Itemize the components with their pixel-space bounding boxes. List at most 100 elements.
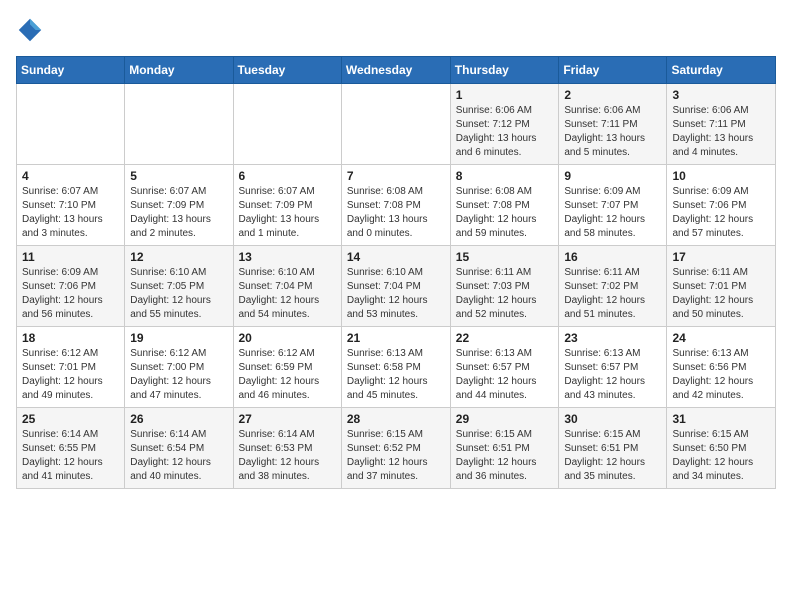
day-info: Sunrise: 6:15 AM Sunset: 6:50 PM Dayligh…	[672, 428, 770, 484]
day-number: 3	[672, 88, 770, 102]
day-number: 5	[130, 169, 227, 183]
header-day-thursday: Thursday	[450, 57, 559, 84]
day-info: Sunrise: 6:14 AM Sunset: 6:54 PM Dayligh…	[130, 428, 227, 484]
calendar-cell: 2 Sunrise: 6:06 AM Sunset: 7:11 PM Daylig…	[559, 84, 667, 165]
calendar-cell: 27 Sunrise: 6:14 AM Sunset: 6:53 PM Dayli…	[233, 408, 341, 489]
day-info: Sunrise: 6:10 AM Sunset: 7:04 PM Dayligh…	[347, 266, 445, 322]
day-info: Sunrise: 6:12 AM Sunset: 6:59 PM Dayligh…	[239, 347, 336, 403]
calendar-cell: 10Sunrise: 6:09 AM Sunset: 7:06 PM Dayli…	[667, 165, 776, 246]
day-info: Sunrise: 6:08 AM Sunset: 7:08 PM Dayligh…	[456, 185, 554, 241]
day-info: Sunrise: 6:12 AM Sunset: 7:01 PM Dayligh…	[22, 347, 119, 403]
calendar-cell: 3 Sunrise: 6:06 AM Sunset: 7:11 PM Daylig…	[667, 84, 776, 165]
day-number: 26	[130, 412, 227, 426]
day-info: Sunrise: 6:13 AM Sunset: 6:56 PM Dayligh…	[672, 347, 770, 403]
calendar-cell: 12 Sunrise: 6:10 AM Sunset: 7:05 PM Dayli…	[125, 246, 233, 327]
day-number: 24	[672, 331, 770, 345]
day-info: Sunrise: 6:08 AM Sunset: 7:08 PM Dayligh…	[347, 185, 445, 241]
day-number: 25	[22, 412, 119, 426]
calendar-week-5: 25Sunrise: 6:14 AM Sunset: 6:55 PM Dayli…	[17, 408, 776, 489]
day-number: 7	[347, 169, 445, 183]
day-number: 15	[456, 250, 554, 264]
day-number: 12	[130, 250, 227, 264]
day-number: 20	[239, 331, 336, 345]
day-number: 8	[456, 169, 554, 183]
day-info: Sunrise: 6:12 AM Sunset: 7:00 PM Dayligh…	[130, 347, 227, 403]
calendar-cell: 25Sunrise: 6:14 AM Sunset: 6:55 PM Dayli…	[17, 408, 125, 489]
day-number: 22	[456, 331, 554, 345]
day-number: 31	[672, 412, 770, 426]
calendar-cell: 30 Sunrise: 6:15 AM Sunset: 6:51 PM Dayli…	[559, 408, 667, 489]
calendar-cell: 29 Sunrise: 6:15 AM Sunset: 6:51 PM Dayli…	[450, 408, 559, 489]
day-info: Sunrise: 6:06 AM Sunset: 7:11 PM Dayligh…	[672, 104, 770, 160]
calendar-week-3: 11Sunrise: 6:09 AM Sunset: 7:06 PM Dayli…	[17, 246, 776, 327]
day-number: 30	[564, 412, 661, 426]
header-day-wednesday: Wednesday	[341, 57, 450, 84]
header-row: SundayMondayTuesdayWednesdayThursdayFrid…	[17, 57, 776, 84]
header-day-monday: Monday	[125, 57, 233, 84]
day-number: 29	[456, 412, 554, 426]
calendar-cell: 31 Sunrise: 6:15 AM Sunset: 6:50 PM Dayli…	[667, 408, 776, 489]
calendar-cell: 26 Sunrise: 6:14 AM Sunset: 6:54 PM Dayli…	[125, 408, 233, 489]
header-day-saturday: Saturday	[667, 57, 776, 84]
header-day-tuesday: Tuesday	[233, 57, 341, 84]
calendar-cell: 14 Sunrise: 6:10 AM Sunset: 7:04 PM Dayli…	[341, 246, 450, 327]
day-info: Sunrise: 6:11 AM Sunset: 7:02 PM Dayligh…	[564, 266, 661, 322]
header-day-friday: Friday	[559, 57, 667, 84]
calendar-cell: 18 Sunrise: 6:12 AM Sunset: 7:01 PM Dayli…	[17, 327, 125, 408]
day-info: Sunrise: 6:13 AM Sunset: 6:57 PM Dayligh…	[564, 347, 661, 403]
day-number: 10	[672, 169, 770, 183]
calendar-cell: 7 Sunrise: 6:08 AM Sunset: 7:08 PM Daylig…	[341, 165, 450, 246]
day-number: 14	[347, 250, 445, 264]
logo	[16, 16, 48, 44]
day-number: 23	[564, 331, 661, 345]
day-info: Sunrise: 6:07 AM Sunset: 7:10 PM Dayligh…	[22, 185, 119, 241]
day-info: Sunrise: 6:06 AM Sunset: 7:11 PM Dayligh…	[564, 104, 661, 160]
day-info: Sunrise: 6:07 AM Sunset: 7:09 PM Dayligh…	[239, 185, 336, 241]
calendar-cell: 21Sunrise: 6:13 AM Sunset: 6:58 PM Dayli…	[341, 327, 450, 408]
day-info: Sunrise: 6:13 AM Sunset: 6:58 PM Dayligh…	[347, 347, 445, 403]
day-info: Sunrise: 6:10 AM Sunset: 7:04 PM Dayligh…	[239, 266, 336, 322]
calendar-cell: 6Sunrise: 6:07 AM Sunset: 7:09 PM Daylig…	[233, 165, 341, 246]
calendar-cell: 1Sunrise: 6:06 AM Sunset: 7:12 PM Daylig…	[450, 84, 559, 165]
day-number: 27	[239, 412, 336, 426]
day-info: Sunrise: 6:14 AM Sunset: 6:53 PM Dayligh…	[239, 428, 336, 484]
calendar-cell: 23 Sunrise: 6:13 AM Sunset: 6:57 PM Dayli…	[559, 327, 667, 408]
day-info: Sunrise: 6:07 AM Sunset: 7:09 PM Dayligh…	[130, 185, 227, 241]
calendar-cell: 20 Sunrise: 6:12 AM Sunset: 6:59 PM Dayli…	[233, 327, 341, 408]
calendar-cell: 5 Sunrise: 6:07 AM Sunset: 7:09 PM Daylig…	[125, 165, 233, 246]
calendar-week-2: 4Sunrise: 6:07 AM Sunset: 7:10 PM Daylig…	[17, 165, 776, 246]
calendar-cell	[341, 84, 450, 165]
calendar-cell	[233, 84, 341, 165]
day-info: Sunrise: 6:11 AM Sunset: 7:01 PM Dayligh…	[672, 266, 770, 322]
day-number: 16	[564, 250, 661, 264]
calendar-cell: 19 Sunrise: 6:12 AM Sunset: 7:00 PM Dayli…	[125, 327, 233, 408]
day-number: 19	[130, 331, 227, 345]
calendar-cell: 22 Sunrise: 6:13 AM Sunset: 6:57 PM Dayli…	[450, 327, 559, 408]
day-number: 1	[456, 88, 554, 102]
calendar-cell	[17, 84, 125, 165]
calendar-cell: 9Sunrise: 6:09 AM Sunset: 7:07 PM Daylig…	[559, 165, 667, 246]
calendar-cell: 15Sunrise: 6:11 AM Sunset: 7:03 PM Dayli…	[450, 246, 559, 327]
calendar-cell: 4Sunrise: 6:07 AM Sunset: 7:10 PM Daylig…	[17, 165, 125, 246]
calendar-cell	[125, 84, 233, 165]
day-number: 28	[347, 412, 445, 426]
day-number: 2	[564, 88, 661, 102]
page-header	[16, 16, 776, 44]
day-number: 13	[239, 250, 336, 264]
day-number: 9	[564, 169, 661, 183]
day-info: Sunrise: 6:15 AM Sunset: 6:52 PM Dayligh…	[347, 428, 445, 484]
calendar-header: SundayMondayTuesdayWednesdayThursdayFrid…	[17, 57, 776, 84]
day-number: 17	[672, 250, 770, 264]
day-info: Sunrise: 6:15 AM Sunset: 6:51 PM Dayligh…	[456, 428, 554, 484]
calendar-week-4: 18 Sunrise: 6:12 AM Sunset: 7:01 PM Dayli…	[17, 327, 776, 408]
day-info: Sunrise: 6:10 AM Sunset: 7:05 PM Dayligh…	[130, 266, 227, 322]
day-info: Sunrise: 6:15 AM Sunset: 6:51 PM Dayligh…	[564, 428, 661, 484]
calendar-cell: 8 Sunrise: 6:08 AM Sunset: 7:08 PM Daylig…	[450, 165, 559, 246]
day-number: 18	[22, 331, 119, 345]
calendar-table: SundayMondayTuesdayWednesdayThursdayFrid…	[16, 56, 776, 489]
calendar-cell: 11Sunrise: 6:09 AM Sunset: 7:06 PM Dayli…	[17, 246, 125, 327]
day-info: Sunrise: 6:13 AM Sunset: 6:57 PM Dayligh…	[456, 347, 554, 403]
logo-icon	[16, 16, 44, 44]
calendar-cell: 16 Sunrise: 6:11 AM Sunset: 7:02 PM Dayli…	[559, 246, 667, 327]
calendar-week-1: 1Sunrise: 6:06 AM Sunset: 7:12 PM Daylig…	[17, 84, 776, 165]
